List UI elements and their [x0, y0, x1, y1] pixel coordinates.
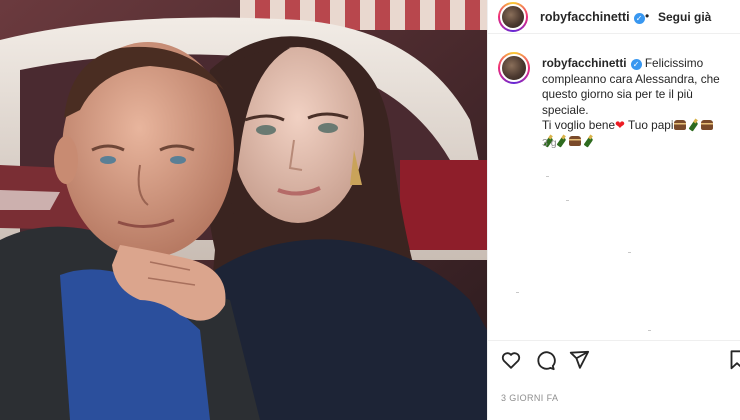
- faint-mark: [628, 252, 631, 253]
- bookmark-icon[interactable]: [726, 349, 740, 371]
- bottle-emoji-icon: [583, 135, 594, 147]
- heart-emoji-icon: ❤: [615, 118, 625, 132]
- post-caption: robyfacchinetti ✓ Felicissimo compleanno …: [542, 56, 734, 149]
- cake-emoji-icon: [701, 120, 714, 130]
- author-username[interactable]: robyfacchinetti ✓: [540, 10, 645, 24]
- cake-emoji-icon: [569, 135, 581, 146]
- post-timestamp[interactable]: 3 GIORNI FA: [501, 393, 558, 403]
- faint-mark: [648, 330, 651, 331]
- verified-badge-icon: ✓: [633, 13, 645, 24]
- caption-line-1: Felicissimo: [644, 56, 704, 70]
- bottle-emoji-icon: [556, 135, 567, 147]
- caption-username[interactable]: robyfacchinetti: [542, 56, 627, 70]
- post-side-panel: robyfacchinetti ✓ • Segui già robyfacchin…: [487, 0, 740, 420]
- author-avatar[interactable]: [498, 2, 528, 32]
- header-separator: •: [645, 9, 650, 23]
- comment-icon[interactable]: [534, 349, 556, 371]
- caption-author-avatar[interactable]: [498, 52, 530, 84]
- faint-mark: [546, 176, 549, 177]
- caption-line-2: compleanno cara Alessandra, che: [542, 71, 720, 86]
- post-actions-bar: [488, 340, 740, 376]
- caption-time[interactable]: 3 g: [542, 137, 557, 149]
- faint-mark: [566, 200, 569, 201]
- author-username-text[interactable]: robyfacchinetti: [540, 10, 630, 24]
- following-button[interactable]: Segui già: [658, 10, 711, 24]
- paper-plane-icon[interactable]: [568, 349, 590, 371]
- post-photo[interactable]: [0, 0, 487, 420]
- caption-verified-badge-icon: ✓: [630, 59, 642, 70]
- bottle-emoji-icon: [688, 119, 699, 131]
- faint-mark: [516, 292, 519, 293]
- caption-line-4a: Ti voglio bene: [542, 118, 616, 132]
- caption-line-4b: Tuo papi: [627, 118, 674, 132]
- heart-icon[interactable]: [500, 349, 522, 371]
- caption-line-3: questo giorno sia per te il più speciale…: [542, 87, 693, 117]
- photo-scene: [0, 0, 487, 420]
- cake-emoji-icon: [674, 120, 687, 130]
- post-header: robyfacchinetti ✓ • Segui già: [488, 0, 740, 34]
